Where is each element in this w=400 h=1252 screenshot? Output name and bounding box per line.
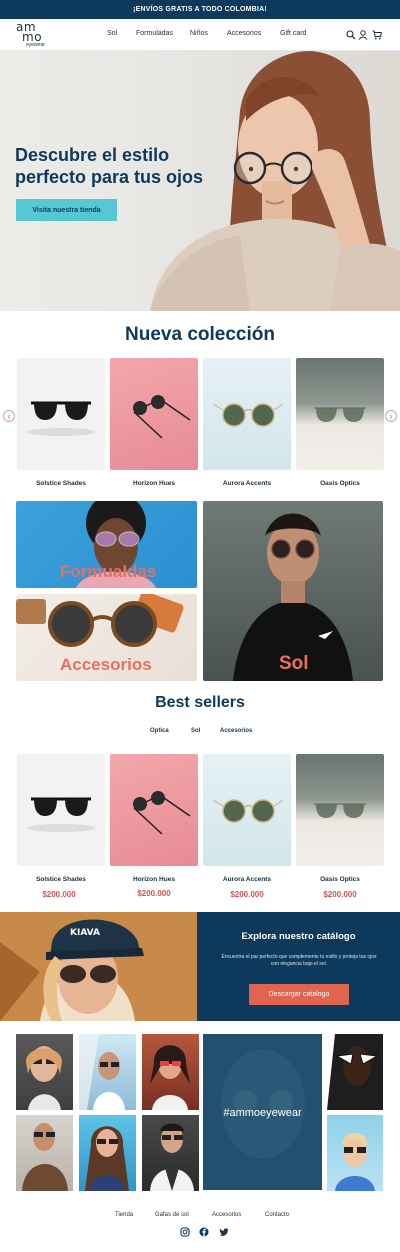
instagram-photo[interactable] bbox=[79, 1034, 136, 1110]
new-collection-title: Nueva colección bbox=[125, 324, 275, 345]
footer-link-gafas-de-sol[interactable]: Gafas de sol bbox=[155, 1212, 189, 1218]
product-image-aurora[interactable] bbox=[203, 754, 291, 866]
product-name[interactable]: Oasis Optics bbox=[296, 480, 384, 487]
footer-links: Tienda Gafas de sol Accesorios Contacto bbox=[0, 1212, 400, 1222]
product-image-solstice[interactable] bbox=[17, 754, 105, 866]
sunglasses-image bbox=[27, 401, 95, 436]
category-label: Formualdas bbox=[60, 562, 157, 581]
product-image-horizon[interactable] bbox=[110, 358, 198, 470]
category-label: Accesorios bbox=[60, 655, 152, 674]
best-sellers-tabs: Optica Sol Accesorios bbox=[0, 728, 400, 738]
product-name[interactable]: Solstice Shades bbox=[17, 480, 105, 487]
svg-text:KIAVA: KIAVA bbox=[70, 928, 100, 938]
instagram-photo[interactable] bbox=[142, 1034, 199, 1110]
instagram-photo[interactable] bbox=[327, 1115, 383, 1191]
tab-sol[interactable]: Sol bbox=[191, 728, 200, 734]
cart-icon[interactable] bbox=[372, 30, 382, 40]
facebook-icon[interactable] bbox=[199, 1227, 209, 1237]
instagram-photo[interactable] bbox=[327, 1034, 383, 1110]
instagram-photo[interactable] bbox=[142, 1115, 199, 1191]
tab-accesorios[interactable]: Accesorios bbox=[220, 728, 252, 734]
brand-logo[interactable]: am mo eyewear bbox=[16, 21, 52, 48]
instagram-photo[interactable] bbox=[16, 1115, 73, 1191]
product-name[interactable]: Solstice Shades bbox=[17, 876, 105, 883]
nav-item-accesorios[interactable]: Accesorios bbox=[227, 30, 261, 37]
footer-link-tienda[interactable]: Tienda bbox=[115, 1212, 133, 1218]
product-name[interactable]: Horizon Hues bbox=[110, 876, 198, 883]
product-image-solstice[interactable] bbox=[17, 358, 105, 470]
category-sol-tile[interactable]: Sol bbox=[203, 501, 383, 681]
category-label: Sol bbox=[279, 653, 309, 674]
nav-item-sol[interactable]: Sol bbox=[107, 30, 117, 37]
category-accesorios-tile[interactable]: Accesorios bbox=[16, 594, 197, 681]
hero-title: Descubre el estilo perfecto para tus ojo… bbox=[15, 145, 204, 187]
carousel-next-arrow[interactable]: › bbox=[385, 410, 397, 422]
footer-link-contacto[interactable]: Contacto bbox=[265, 1212, 289, 1218]
twitter-icon[interactable] bbox=[219, 1227, 229, 1237]
product-name[interactable]: Aurora Accents bbox=[203, 480, 291, 487]
product-price: $200.000 bbox=[230, 890, 264, 899]
promo-text: Encuentra el par perfecto que complement… bbox=[221, 954, 377, 967]
sunglasses-image bbox=[314, 803, 366, 818]
sunglasses-image bbox=[212, 403, 284, 427]
sunglasses-image bbox=[314, 407, 366, 422]
product-name[interactable]: Oasis Optics bbox=[296, 876, 384, 883]
product-image-oasis[interactable] bbox=[296, 754, 384, 866]
product-image-horizon[interactable] bbox=[110, 754, 198, 866]
best-sellers-title: Best sellers bbox=[155, 694, 245, 711]
search-icon[interactable] bbox=[346, 30, 356, 40]
announcement-bar: ¡ENVÍOS GRATIS A TODO COLOMBIA! bbox=[0, 0, 400, 19]
nav-item-gift-card[interactable]: Gift card bbox=[280, 30, 306, 37]
download-catalog-button[interactable]: Descargar catalogo bbox=[249, 984, 349, 1005]
product-price: $200.000 bbox=[137, 889, 171, 898]
instagram-icon[interactable] bbox=[180, 1227, 190, 1237]
main-nav: Sol Formuladas Niños Accesorios Gift car… bbox=[100, 30, 320, 42]
instagram-photo[interactable] bbox=[79, 1115, 136, 1191]
promo-title: Explora nuestro catálogo bbox=[241, 931, 356, 942]
catalog-promo-image: KIAVA bbox=[0, 912, 197, 1021]
product-image-oasis[interactable] bbox=[296, 358, 384, 470]
product-price: $200.000 bbox=[323, 890, 357, 899]
instagram-hashtag: #ammoeyewear bbox=[223, 1107, 302, 1119]
tab-optica[interactable]: Optica bbox=[150, 728, 169, 734]
category-formuladas-tile[interactable]: Formualdas bbox=[16, 501, 197, 588]
sunglasses-image bbox=[133, 791, 191, 835]
sunglasses-image bbox=[27, 797, 95, 832]
instagram-hashtag-tile[interactable]: #ammoeyewear bbox=[203, 1034, 322, 1190]
carousel-prev-arrow[interactable]: ‹ bbox=[3, 410, 15, 422]
announcement-text: ¡ENVÍOS GRATIS A TODO COLOMBIA! bbox=[133, 6, 267, 13]
nav-item-ninos[interactable]: Niños bbox=[190, 30, 208, 37]
product-name[interactable]: Aurora Accents bbox=[203, 876, 291, 883]
product-price: $200.000 bbox=[42, 890, 76, 899]
catalog-promo-panel: Explora nuestro catálogo Encuentra el pa… bbox=[197, 912, 400, 1021]
nav-item-formuladas[interactable]: Formuladas bbox=[136, 30, 173, 37]
footer-link-accesorios[interactable]: Accesorios bbox=[212, 1212, 241, 1218]
instagram-photo[interactable] bbox=[16, 1034, 73, 1110]
product-image-aurora[interactable] bbox=[203, 358, 291, 470]
user-icon[interactable] bbox=[358, 30, 368, 40]
sunglasses-image bbox=[133, 395, 191, 439]
visit-store-button[interactable]: Visita nuestra tienda bbox=[16, 199, 117, 221]
sunglasses-image bbox=[212, 799, 284, 823]
product-name[interactable]: Horizon Hues bbox=[110, 480, 198, 487]
